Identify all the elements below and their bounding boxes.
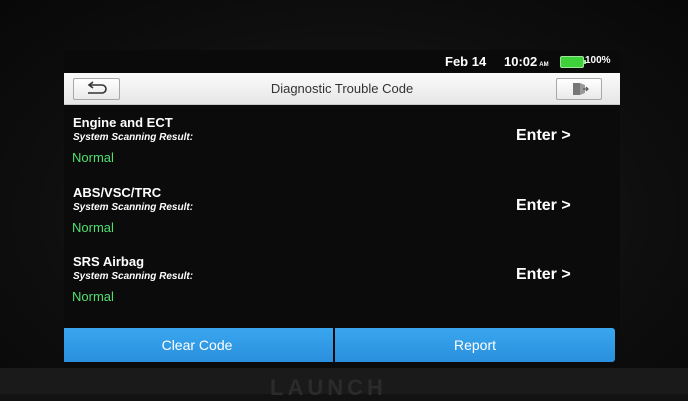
enter-button[interactable]: Enter > [516,266,571,284]
system-name: Engine and ECT [73,115,173,130]
status-time-value: 10:02 [504,54,538,69]
scan-result-label: System Scanning Result: [73,132,194,143]
status-ampm: AM [539,62,549,68]
status-date: Feb 14 [445,54,487,69]
exit-button[interactable] [556,78,602,100]
system-name: SRS Airbag [73,254,145,269]
page-title: Diagnostic Trouble Code [270,81,414,96]
battery-percent: 100% [585,55,611,66]
battery-icon [560,56,586,68]
clear-code-button[interactable]: Clear Code [64,328,333,362]
status-bar: Feb 14 10:02 AM 100% [64,50,620,72]
scan-status: Normal [72,220,114,235]
scan-status: Normal [72,289,114,304]
exit-icon [573,83,589,95]
list-item-system[interactable]: ABS/VSC/TRC System Scanning Result: Norm… [64,185,620,255]
status-time: 10:02 AM [504,54,549,69]
enter-button[interactable]: Enter > [516,197,571,215]
title-bar: Diagnostic Trouble Code [64,73,620,105]
list-item-system[interactable]: Engine and ECT System Scanning Result: N… [64,115,620,185]
device-brand-logo: LAUNCH [270,375,387,400]
report-button[interactable]: Report [335,328,615,362]
list-item-system[interactable]: SRS Airbag System Scanning Result: Norma… [64,254,620,324]
scan-result-label: System Scanning Result: [73,202,194,213]
scan-status: Normal [72,150,114,165]
scan-result-label: System Scanning Result: [73,271,194,282]
enter-button[interactable]: Enter > [516,127,571,145]
action-bar: Clear Code Report [64,328,617,362]
screen: Feb 14 10:02 AM 100% Diagnostic Trouble C… [64,50,620,368]
system-name: ABS/VSC/TRC [73,185,162,200]
